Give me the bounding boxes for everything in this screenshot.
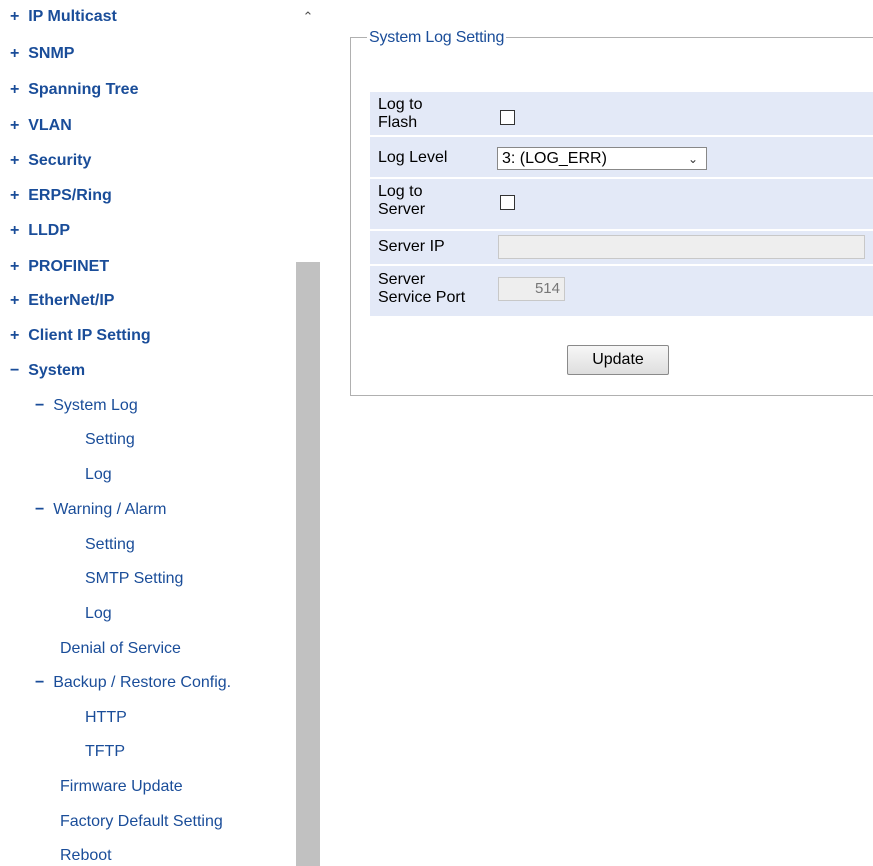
nav-item-vlan[interactable]: + VLAN [10,117,72,135]
nav-item-label: Security [28,152,92,169]
nav-item-factory-default[interactable]: Factory Default Setting [60,813,223,831]
nav-item-label: Spanning Tree [28,81,139,98]
nav-item-system-log[interactable]: − System Log [35,397,138,415]
nav-item-label: TFTP [85,743,125,760]
row-log-to-server: Log to Server [370,179,873,229]
nav-item-label: Firmware Update [60,778,183,795]
row-server-ip: Server IP [370,231,873,264]
collapse-icon: − [10,362,20,379]
server-ip-input[interactable] [498,235,865,259]
row-log-level: Log Level 3: (LOG_ERR) ⌄ [370,137,873,177]
collapse-icon: − [35,501,45,518]
row-server-port: Server Service Port 514 [370,266,873,316]
log-to-flash-checkbox[interactable] [500,110,515,125]
chevron-up-icon[interactable]: ⌃ [296,0,320,34]
expand-icon: + [10,152,20,169]
nav-item-label: IP Multicast [28,8,117,25]
expand-icon: + [10,222,20,239]
nav-item-system-log-setting[interactable]: Setting [85,431,135,449]
nav-item-label: PROFINET [28,258,110,275]
scrollbar-thumb[interactable] [296,262,320,866]
nav-item-label: VLAN [28,117,72,134]
log-level-select[interactable]: 3: (LOG_ERR) ⌄ [497,147,707,170]
collapse-icon: − [35,397,45,414]
nav-item-label: Log [85,605,112,622]
nav-item-ethernet-ip[interactable]: + EtherNet/IP [10,292,114,310]
nav-item-spanning-tree[interactable]: + Spanning Tree [10,81,138,99]
nav-item-warning-alarm[interactable]: − Warning / Alarm [35,501,166,519]
nav-item-lldp[interactable]: + LLDP [10,222,70,240]
nav-item-label: Warning / Alarm [53,501,167,518]
label-line: Server [378,271,426,288]
nav-item-denial-of-service[interactable]: Denial of Service [60,640,181,658]
nav-item-http[interactable]: HTTP [85,709,127,727]
nav-item-label: Setting [85,431,135,448]
nav-item-system-log-log[interactable]: Log [85,466,112,484]
nav-item-profinet[interactable]: + PROFINET [10,258,109,276]
update-button[interactable]: Update [567,345,669,375]
label-line: Log to [378,96,423,113]
sidebar-scrollbar[interactable]: ⌃ [296,0,320,866]
nav-item-label: EtherNet/IP [28,292,115,309]
nav-item-label: Reboot [60,847,112,864]
nav-item-snmp[interactable]: + SNMP [10,45,74,63]
server-ip-label: Server IP [378,238,445,255]
nav-item-system[interactable]: − System [10,362,85,380]
server-port-label: Server Service Port [378,271,465,307]
log-level-value: 3: (LOG_ERR) [502,150,607,167]
nav-item-smtp-setting[interactable]: SMTP Setting [85,570,183,588]
nav-item-label: ERPS/Ring [28,187,112,204]
chevron-down-icon: ⌄ [687,152,698,166]
expand-icon: + [10,117,20,134]
nav-item-reboot[interactable]: Reboot [60,847,112,865]
label-line: Log to [378,183,423,200]
log-level-label: Log Level [378,149,448,166]
fieldset-legend: System Log Setting [367,29,507,47]
expand-icon: + [10,258,20,275]
expand-icon: + [10,187,20,204]
label-line: Flash [378,114,418,131]
nav-item-label: LLDP [28,222,71,239]
nav-item-tftp[interactable]: TFTP [85,743,125,761]
expand-icon: + [10,81,20,98]
expand-icon: + [10,45,20,62]
log-to-flash-label: Log to Flash [378,96,422,132]
nav-item-warning-log[interactable]: Log [85,605,112,623]
nav-item-label: SNMP [28,45,75,62]
nav-item-label: Client IP Setting [28,327,151,344]
nav-item-label: Denial of Service [60,640,181,657]
nav-item-firmware-update[interactable]: Firmware Update [60,778,183,796]
label-line: Server [378,201,426,218]
nav-item-label: System Log [53,397,138,414]
server-port-input[interactable]: 514 [498,277,565,301]
nav-item-client-ip-setting[interactable]: + Client IP Setting [10,327,151,345]
nav-item-ip-multicast[interactable]: + IP Multicast [10,8,117,26]
nav-item-label: System [28,362,86,379]
expand-icon: + [10,292,20,309]
nav-item-warning-setting[interactable]: Setting [85,536,135,554]
collapse-icon: − [35,674,45,691]
sidebar-nav: + IP Multicast + SNMP + Spanning Tree + … [0,0,296,866]
nav-item-label: Log [85,466,112,483]
nav-item-backup-restore[interactable]: − Backup / Restore Config. [35,674,231,692]
nav-item-label: Setting [85,536,135,553]
nav-item-label: Factory Default Setting [60,813,223,830]
row-log-to-flash: Log to Flash [370,92,873,135]
nav-item-label: Backup / Restore Config. [53,674,232,691]
main-content: System Log Setting Log to Flash Log Leve… [320,0,873,866]
nav-item-erps-ring[interactable]: + ERPS/Ring [10,187,112,205]
nav-item-label: HTTP [85,709,127,726]
expand-icon: + [10,8,20,25]
label-line: Service Port [378,289,466,306]
expand-icon: + [10,327,20,344]
log-to-server-label: Log to Server [378,183,425,219]
log-to-server-checkbox[interactable] [500,195,515,210]
nav-item-label: SMTP Setting [85,570,184,587]
nav-item-security[interactable]: + Security [10,152,91,170]
